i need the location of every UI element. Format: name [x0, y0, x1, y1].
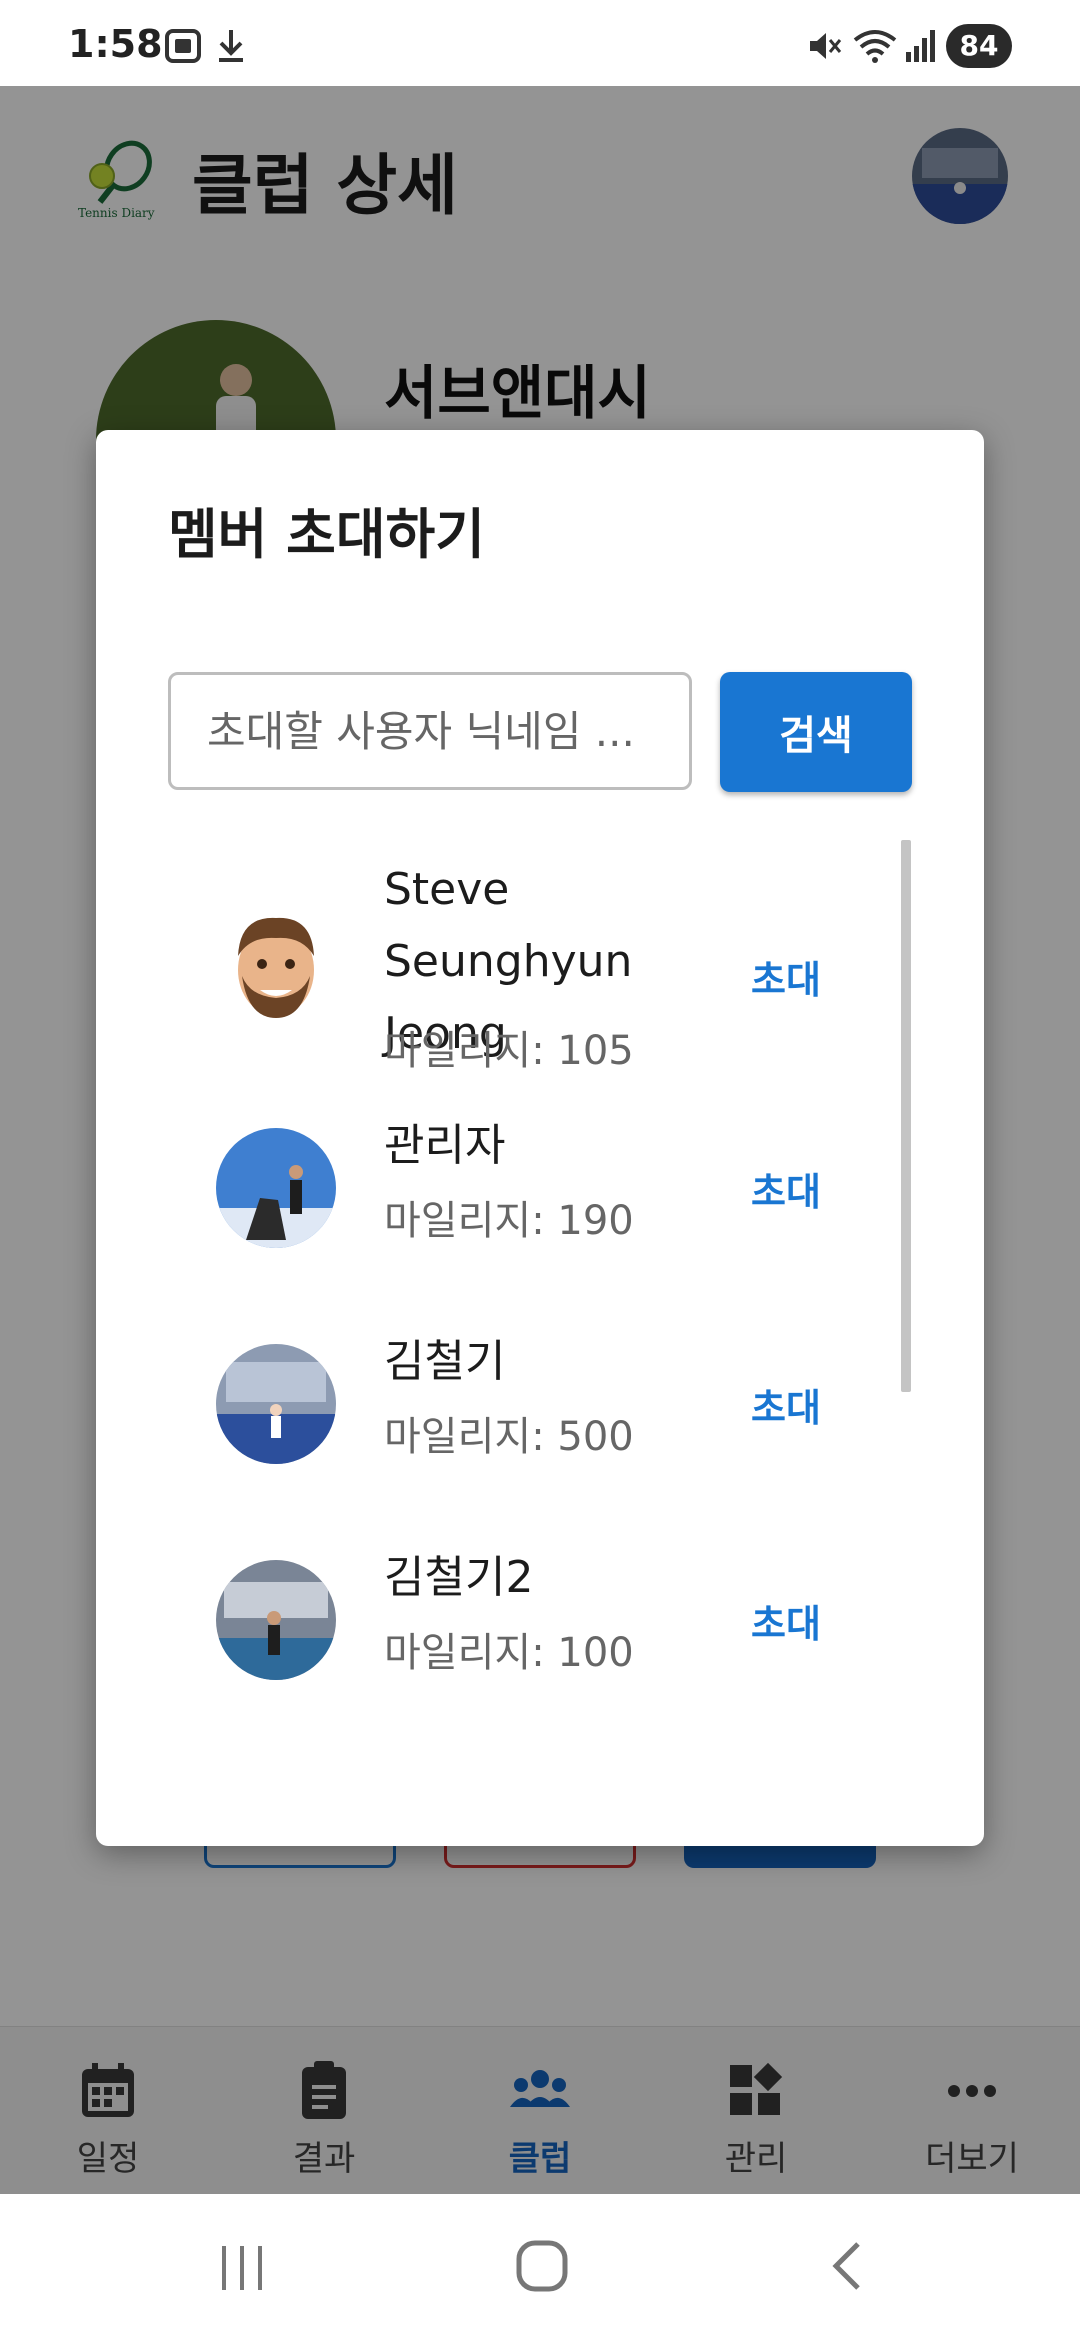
user-mileage: 마일리지: 105	[384, 1028, 634, 1074]
back-icon[interactable]	[826, 2238, 870, 2294]
photo-avatar-icon	[216, 1128, 336, 1248]
user-name: 김철기2	[384, 1552, 534, 1603]
recent-apps-icon[interactable]	[216, 2242, 268, 2294]
status-bar: 1:58 84	[0, 0, 1080, 86]
download-icon	[219, 30, 243, 62]
photo-avatar-icon	[216, 1344, 336, 1464]
signal-icon	[906, 30, 935, 62]
photo-avatar-icon	[216, 1560, 336, 1680]
home-icon[interactable]	[514, 2238, 570, 2294]
list-item: 김철기 마일리지: 500 초대	[96, 1296, 984, 1512]
dialog-title: 멤버 초대하기	[168, 503, 485, 566]
invite-button[interactable]: 초대	[716, 1364, 856, 1444]
invite-button[interactable]: 초대	[716, 1580, 856, 1660]
user-mileage: 마일리지: 190	[384, 1198, 634, 1244]
user-name: 김철기	[384, 1336, 506, 1387]
invite-member-dialog: 멤버 초대하기 검색 Steve Seunghyun Jeong 마일리지: 1…	[96, 430, 984, 1846]
user-avatar	[216, 1128, 336, 1248]
list-scrollbar[interactable]	[901, 840, 911, 1392]
status-time: 1:58	[68, 22, 163, 66]
search-button[interactable]: 검색	[720, 672, 912, 792]
system-nav-bar	[0, 2194, 1080, 2340]
user-avatar	[216, 906, 336, 1026]
battery-indicator: 84	[946, 24, 1012, 68]
list-item: 김철기2 마일리지: 100 초대	[96, 1512, 984, 1728]
list-item: Steve Seunghyun Jeong 마일리지: 105 초대	[96, 840, 984, 1100]
user-name: 관리자	[384, 1120, 506, 1171]
search-field[interactable]	[168, 672, 692, 790]
invite-button[interactable]: 초대	[716, 1148, 856, 1228]
screenshot-icon	[165, 29, 201, 63]
search-result-list[interactable]: Steve Seunghyun Jeong 마일리지: 105 초대 관리자 마…	[96, 840, 984, 1800]
user-avatar	[216, 1344, 336, 1464]
wifi-icon	[853, 30, 897, 63]
mute-icon	[810, 33, 842, 59]
list-item: 관리자 마일리지: 190 초대	[96, 1080, 984, 1296]
nickname-search-input[interactable]	[207, 675, 677, 787]
user-mileage: 마일리지: 100	[384, 1630, 634, 1676]
user-avatar	[216, 1560, 336, 1680]
invite-button[interactable]: 초대	[716, 936, 856, 1016]
memoji-avatar-icon	[238, 917, 314, 1018]
user-mileage: 마일리지: 500	[384, 1414, 634, 1460]
